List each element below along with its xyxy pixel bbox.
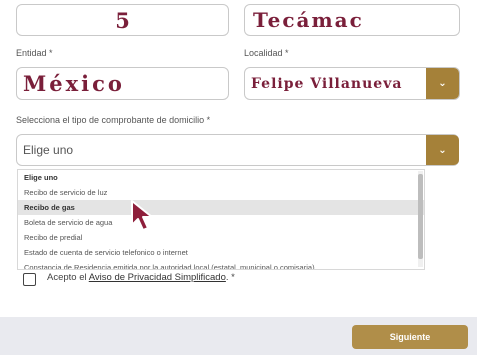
number-value: 5 <box>115 7 130 33</box>
municipality-field[interactable]: Tecámac <box>244 4 460 36</box>
comprobante-selected: Elige uno <box>23 143 74 157</box>
comprobante-chevron-button[interactable]: ⌄ <box>426 135 459 165</box>
option-predial[interactable]: Recibo de predial <box>18 230 424 245</box>
entidad-field[interactable]: México <box>16 67 229 100</box>
privacy-prefix: Acepto el <box>47 272 87 283</box>
privacy-text: Acepto el Aviso de Privacidad Simplifica… <box>47 272 235 283</box>
comprobante-options-list[interactable]: Elige uno Recibo de servicio de luz Reci… <box>17 169 425 270</box>
privacy-suffix: . * <box>225 272 235 283</box>
entidad-label: Entidad * <box>16 48 53 58</box>
option-agua[interactable]: Boleta de servicio de agua <box>18 215 424 230</box>
chevron-down-icon: ⌄ <box>438 78 447 89</box>
scrollbar-thumb[interactable] <box>418 174 423 259</box>
options-scrollbar[interactable] <box>418 171 423 267</box>
localidad-value: Felipe Villanueva <box>251 75 403 92</box>
option-luz[interactable]: Recibo de servicio de luz <box>18 185 424 200</box>
chevron-down-icon: ⌄ <box>438 144 447 156</box>
next-button[interactable]: Siguiente <box>352 325 468 349</box>
municipality-value: Tecámac <box>253 8 364 32</box>
cursor-arrow-icon <box>131 200 153 231</box>
option-elige-uno[interactable]: Elige uno <box>18 170 424 185</box>
localidad-label: Localidad * <box>244 48 289 58</box>
option-constancia[interactable]: Constancia de Residencia emitida por la … <box>18 260 424 269</box>
localidad-chevron-button[interactable]: ⌄ <box>426 68 459 99</box>
entidad-value: México <box>23 71 125 96</box>
comprobante-select[interactable]: Elige uno <box>16 134 459 166</box>
number-field[interactable]: 5 <box>16 4 229 36</box>
privacy-checkbox[interactable] <box>23 273 36 286</box>
option-telefono[interactable]: Estado de cuenta de servicio telefonico … <box>18 245 424 260</box>
option-gas[interactable]: Recibo de gas <box>18 200 424 215</box>
comprobante-label: Selecciona el tipo de comprobante de dom… <box>16 115 211 125</box>
privacy-policy-link[interactable]: Aviso de Privacidad Simplificado <box>89 272 226 283</box>
